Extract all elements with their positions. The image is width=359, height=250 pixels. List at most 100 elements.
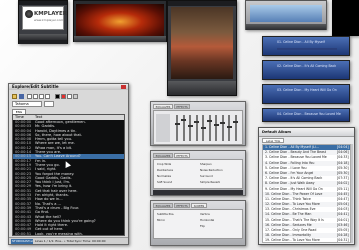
player-window-red[interactable]: [73, 0, 167, 42]
eq-slider-track[interactable]: [189, 115, 191, 141]
screen-area: [250, 5, 322, 22]
eq-slider-track[interactable]: [195, 115, 198, 141]
eq-slider-knob[interactable]: [187, 125, 193, 127]
video-frame: [76, 4, 164, 36]
subtitle-list[interactable]: Time Text 00:00:00 Good afternoon, gentle…: [12, 114, 125, 236]
logo-url: www.kmplayer.com: [34, 18, 64, 22]
eq-left-controls[interactable]: [156, 114, 170, 142]
player-window-logo[interactable]: KMPLAYER www.kmplayer.com: [18, 0, 68, 44]
toolbar: [9, 91, 128, 101]
tab-equalizer[interactable]: EQUALIZER: [153, 104, 173, 109]
playlist-header: Default Album: [259, 128, 354, 137]
option-deinterlace[interactable]: Deinterlace: [157, 168, 173, 173]
strip-text: 02. Celine Dion - It's All Coming Back: [277, 64, 337, 68]
tab-effects[interactable]: EFFECTS: [174, 153, 190, 158]
playlist-scrollbar[interactable]: [351, 144, 353, 243]
option-subtitle-pos[interactable]: Subtitle Pos.: [157, 212, 174, 217]
eq-slider-track[interactable]: [208, 115, 211, 141]
playlist-window[interactable]: Default Album Label Title 1. Celine Dion…: [258, 127, 355, 245]
option-noise-reduction[interactable]: Noise Reduction: [200, 168, 223, 173]
color-gray-swatch[interactable]: [73, 94, 78, 99]
playlist-tab[interactable]: Label Title: [262, 138, 284, 143]
player-controls[interactable]: [246, 24, 326, 30]
effects-footer: [153, 190, 243, 195]
open-icon[interactable]: [12, 94, 17, 99]
tab-screen[interactable]: SCREEN: [191, 203, 207, 208]
eq-panel: [153, 110, 243, 145]
option-crop-wide[interactable]: Crop Wide: [157, 162, 171, 167]
color-white-swatch[interactable]: [67, 94, 72, 99]
file-name: STUDIOLIST.smi: [11, 239, 33, 244]
italic-icon[interactable]: [33, 94, 38, 99]
eq-slider-knob[interactable]: [220, 122, 225, 124]
player-window-chess[interactable]: [167, 0, 237, 96]
album-title: Default Album: [262, 130, 292, 134]
table-row[interactable]: 00:00:51 Look, you're messing with.: [13, 231, 124, 236]
option-mirror[interactable]: Mirror: [157, 218, 165, 223]
size-input[interactable]: [44, 101, 54, 107]
logo-text: KMPLAYER: [34, 11, 67, 17]
playlist-list[interactable]: 1. Celine Dion - All By Myself (Li... [04…: [262, 144, 351, 243]
option-sharpen[interactable]: Sharpen: [200, 162, 212, 167]
eq-slider-knob[interactable]: [226, 126, 232, 128]
mini-player-strip-4[interactable]: 04. Celine Dion - Because You Loved Me: [262, 108, 350, 122]
option-surround[interactable]: Surround: [200, 174, 213, 179]
player-window-top-right[interactable]: [245, 0, 327, 30]
screen-panel: Subtitle Pos. Mirror Vertical Horizontal…: [153, 209, 243, 239]
option-horizontal[interactable]: Horizontal: [200, 218, 214, 223]
window-title-bar[interactable]: Explore/Edit Subtitle: [9, 84, 128, 90]
effects-window[interactable]: EQUALIZER EFFECTS Crop Wide Deinterlace …: [150, 150, 246, 196]
eq-slider-knob[interactable]: [207, 120, 212, 122]
equalizer-window[interactable]: EQUALIZER EFFECTS: [150, 101, 246, 146]
font-select-value: Tahoma: [15, 102, 29, 106]
underline-icon[interactable]: [39, 94, 44, 99]
eq-slider-knob[interactable]: [194, 121, 199, 123]
option-vertical[interactable]: Vertical: [200, 212, 210, 217]
window-title: Explore/Edit Subtitle: [12, 84, 59, 89]
eq-slider-track[interactable]: [234, 115, 237, 141]
color-black-swatch[interactable]: [55, 94, 60, 99]
mini-player-strip-2[interactable]: 02. Celine Dion - It's All Coming Back: [262, 60, 350, 80]
tab-equalizer[interactable]: EQUALIZER: [153, 203, 173, 208]
subtitle-editor-window[interactable]: Explore/Edit Subtitle Tahoma ENG Time Te…: [8, 83, 129, 245]
eq-slider-track[interactable]: [176, 115, 178, 141]
bold-icon[interactable]: [27, 94, 32, 99]
strip-progress[interactable]: [277, 48, 337, 50]
close-icon[interactable]: [121, 85, 126, 89]
option-flip[interactable]: Flip: [200, 224, 205, 229]
eq-slider-track[interactable]: [221, 115, 224, 141]
option-simple-reverb[interactable]: Simple Reverb: [200, 180, 220, 185]
save-icon[interactable]: [19, 94, 24, 99]
tab-equalizer[interactable]: EQUALIZER: [153, 153, 173, 158]
eq-slider-knob[interactable]: [200, 127, 206, 129]
strip-text: 01. Celine Dion - All By Myself: [277, 40, 325, 44]
mini-player-strip-3[interactable]: 03. Celine Dion - My Heart Will Go On: [262, 84, 350, 104]
player-window-black[interactable]: [332, 0, 359, 36]
option-normalize[interactable]: Normalize: [157, 174, 171, 179]
player-controls[interactable]: [168, 81, 236, 95]
screen-options-window[interactable]: EQUALIZER EFFECTS SCREEN Subtitle Pos. M…: [150, 200, 246, 246]
tab-effects[interactable]: EFFECTS: [174, 104, 190, 109]
color-red-swatch[interactable]: [61, 94, 66, 99]
eq-slider-knob[interactable]: [233, 121, 238, 123]
player-controls[interactable]: [74, 36, 166, 42]
player-seek-bar[interactable]: [19, 40, 67, 44]
subtitle-rows: 00:00:00 Good afternoon, gentlemen. 00:00:…: [13, 120, 124, 236]
list-item[interactable]: 19. Celine Dion - To Love You More [04:31…: [263, 238, 350, 242]
eq-slider-knob[interactable]: [181, 119, 186, 121]
font-select[interactable]: Tahoma: [12, 101, 42, 107]
kmplayer-logo-icon: [25, 10, 33, 18]
tab-effects[interactable]: EFFECTS: [174, 203, 190, 208]
mini-player-strip-1[interactable]: 01. Celine Dion - All By Myself: [262, 36, 350, 56]
eq-slider-knob[interactable]: [213, 124, 219, 126]
player-title-bar[interactable]: [19, 1, 67, 5]
eq-slider-track[interactable]: [228, 115, 230, 141]
playlist-rows: 1. Celine Dion - All By Myself (Li... [04…: [263, 145, 350, 242]
row-text: Look, you're messing with.: [35, 231, 83, 236]
player-title-bar[interactable]: [168, 1, 236, 6]
eq-slider-knob[interactable]: [174, 123, 180, 125]
eq-slider-track[interactable]: [215, 115, 217, 141]
strip-text: 04. Celine Dion - Because You Loved Me: [277, 112, 341, 116]
strike-icon[interactable]: [45, 94, 50, 99]
option-soft-sound[interactable]: Soft Sound: [157, 180, 172, 185]
